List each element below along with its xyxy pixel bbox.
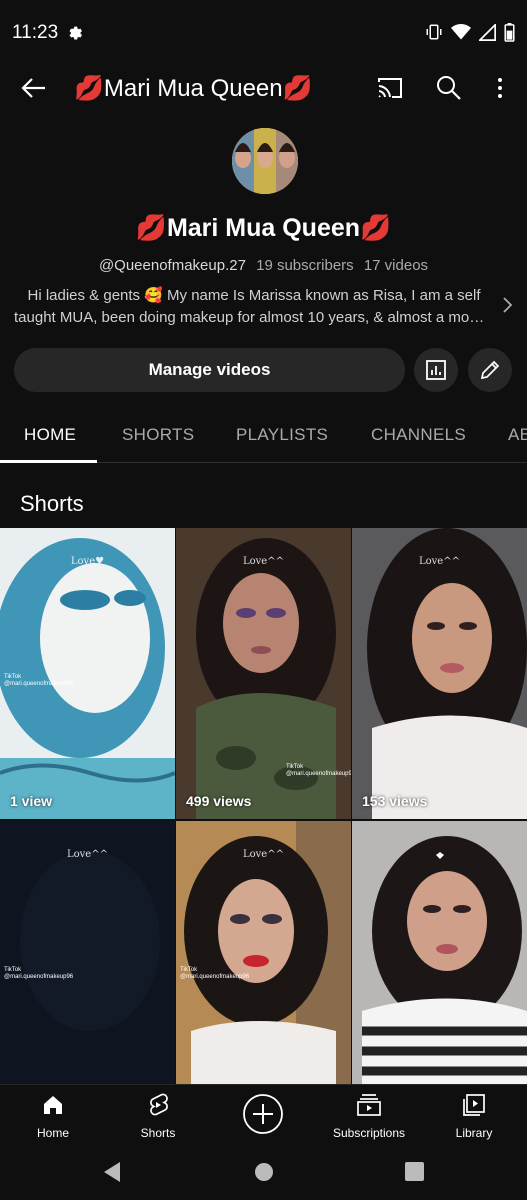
top-app-bar: 💋Mari Mua Queen💋 [0,66,527,110]
analytics-icon [426,360,446,380]
short-thumbnail[interactable]: Love^^ TikTok @mari.queenofmakeup96 499 v… [176,528,351,819]
nav-subscriptions[interactable]: Subscriptions [329,1093,409,1140]
create-icon [243,1094,283,1134]
pencil-icon [480,360,500,380]
overlay-text: Love^^ [243,849,284,860]
description-line: taught MUA, been doing makeup for almost… [14,309,494,326]
system-navigation-bar [0,1145,527,1200]
cast-icon[interactable] [374,72,406,104]
tab-about[interactable]: AB [508,425,527,445]
overlay-text: Love^^ [419,556,460,567]
short-thumbnail[interactable]: Love♥ TikTok @mari.queenofmakeup96 1 view [0,528,175,819]
edit-channel-button[interactable] [468,348,512,392]
nav-label: Shorts [140,1126,176,1140]
status-icons [425,22,515,42]
view-count: 1 view [10,793,53,809]
view-count: 153 views [362,793,428,809]
nav-shorts[interactable]: Shorts [136,1093,180,1140]
tab-home[interactable]: HOME [24,425,76,445]
description-line: Hi ladies & gents 🥰 My name Is Marissa k… [27,287,481,304]
system-home-icon[interactable] [254,1162,274,1182]
bottom-navigation: Home Shorts Subscriptions Library [0,1084,527,1145]
subscriptions-icon [357,1094,381,1116]
channel-description[interactable]: Hi ladies & gents 🥰 My name Is Marissa k… [14,285,494,329]
nav-label: Subscriptions [332,1126,406,1140]
short-thumbnail[interactable]: Love^^ TikTok @mari.queenofmakeup96 [0,821,175,1084]
shorts-grid: Love♥ TikTok @mari.queenofmakeup96 1 view… [0,528,527,1084]
overlay-text: Love♥ [70,556,105,567]
nav-label: Library [455,1126,493,1140]
chevron-right-icon[interactable] [498,294,516,316]
view-count: 499 views [186,793,252,809]
tiktok-watermark: TikTok @mari.queenofmakeup96 [4,967,74,980]
nav-create[interactable] [242,1093,284,1140]
wifi-icon [451,24,471,40]
nav-home[interactable]: Home [32,1093,74,1140]
signal-icon [479,23,496,41]
subscriber-count: 19 subscribers [256,257,354,274]
page-title: 💋Mari Mua Queen💋 [74,75,313,102]
section-title: Shorts [20,491,84,516]
shorts-icon [150,1093,168,1116]
active-tab-indicator [0,460,97,463]
channel-meta: @Queenofmakeup.27 19 subscribers 17 vide… [0,257,527,274]
search-icon[interactable] [433,72,465,104]
thumbnail-image [352,821,527,1084]
analytics-button[interactable] [414,348,458,392]
overlay-text: Love^^ [243,556,284,567]
tiktok-watermark: TikTok @mari.queenofmakeup96 [4,674,74,687]
thumbnail-image [352,528,527,819]
tab-playlists[interactable]: PLAYLISTS [236,425,328,445]
tab-channels[interactable]: CHANNELS [371,425,466,445]
status-time: 11:23 [12,22,59,43]
vibrate-icon [426,24,442,40]
manage-videos-button[interactable]: Manage videos [14,348,405,392]
home-icon [44,1096,62,1114]
tiktok-watermark: TikTok @mari.queenofmakeup96 [180,967,250,980]
system-recents-icon[interactable] [405,1162,424,1181]
tiktok-watermark: TikTok @mari.queenofmakeup96 [286,764,351,777]
channel-tabs: HOME SHORTS PLAYLISTS CHANNELS AB [0,406,527,463]
nav-label: Home [36,1126,69,1140]
status-bar: 11:23 [0,0,527,66]
back-arrow-icon[interactable] [18,72,50,104]
short-thumbnail[interactable]: Love^^ TikTok @mari.queenofmakeup96 [176,821,351,1084]
avatar-image [232,128,298,194]
thumbnail-image [176,821,351,1084]
library-icon [463,1094,485,1116]
video-count: 17 videos [363,257,429,274]
short-thumbnail[interactable]: Love^^ 153 views [352,528,527,819]
nav-library[interactable]: Library [452,1093,496,1140]
short-thumbnail[interactable] [352,821,527,1084]
channel-name: 💋Mari Mua Queen💋 [135,214,392,242]
settings-gear-icon [69,26,82,40]
thumbnail-image [0,821,175,1084]
tab-shorts[interactable]: SHORTS [122,425,194,445]
system-back-icon[interactable] [102,1161,122,1183]
channel-handle: @Queenofmakeup.27 [98,257,246,274]
channel-avatar[interactable] [232,128,298,194]
more-options-icon[interactable] [484,72,516,104]
battery-icon [504,22,515,42]
overlay-text: Love^^ [67,849,108,860]
